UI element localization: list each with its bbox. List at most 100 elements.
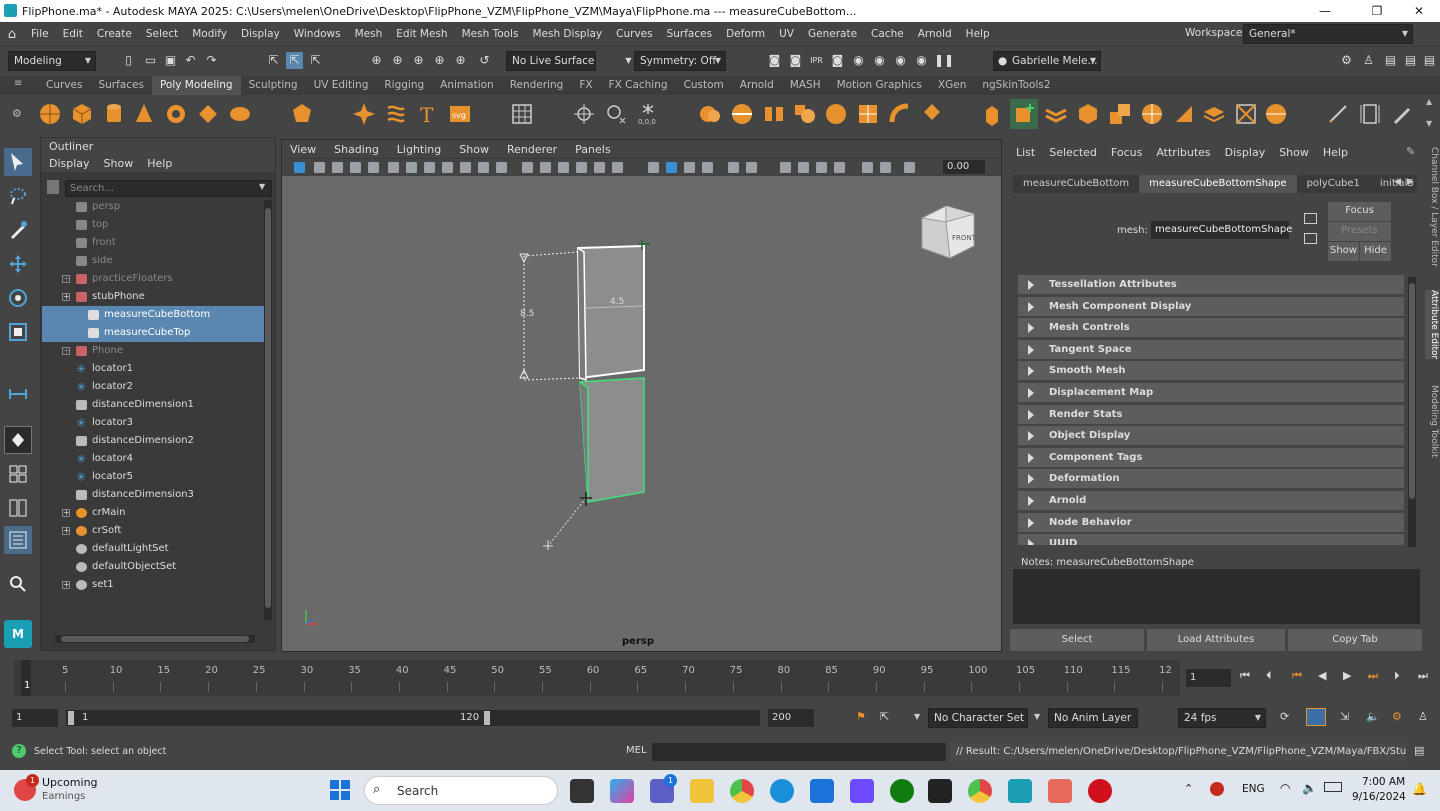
menu-edit[interactable]: Edit bbox=[56, 28, 90, 40]
hypershade-icon[interactable]: ◉ bbox=[850, 52, 867, 69]
outliner-item-locator5[interactable]: ✳ locator5 bbox=[42, 468, 264, 486]
mesh-display-icon[interactable] bbox=[508, 99, 536, 129]
outliner-menu-help[interactable]: Help bbox=[147, 157, 172, 170]
time-ruler[interactable]: 1 5 10 15 20 25 30 35 40 45 50 55 60 65 70 75 80 85 90 95 1… bbox=[14, 660, 1180, 696]
search-dropdown-icon[interactable]: ▼ bbox=[259, 182, 265, 191]
expand-icon[interactable]: + bbox=[62, 347, 70, 355]
default-material-icon[interactable] bbox=[558, 162, 569, 173]
tray-app-icon[interactable] bbox=[1210, 782, 1224, 796]
image-plane-icon[interactable] bbox=[332, 162, 343, 173]
copilot-icon[interactable] bbox=[610, 779, 634, 803]
shadows-icon[interactable] bbox=[746, 162, 757, 173]
go-to-output-icon[interactable] bbox=[1304, 233, 1317, 244]
film-gate-icon[interactable] bbox=[406, 162, 417, 173]
platonic-solid-icon[interactable] bbox=[288, 99, 316, 129]
ae-menu-show[interactable]: Show bbox=[1279, 146, 1309, 159]
step-forward-frame-icon[interactable]: ⏵ bbox=[1394, 669, 1400, 683]
expand-icon[interactable]: + bbox=[62, 509, 70, 517]
outliner-item-practicefloaters[interactable]: + practiceFloaters bbox=[42, 270, 264, 288]
outliner-item-distancedimension1[interactable]: distanceDimension1 bbox=[42, 396, 264, 414]
arnold-ipr-icon[interactable]: ◉ bbox=[913, 52, 930, 69]
snap-projected-icon[interactable]: ⊕ bbox=[431, 52, 448, 69]
gate-mask-icon[interactable] bbox=[442, 162, 453, 173]
smooth-icon[interactable] bbox=[790, 99, 818, 129]
shelf-tab-motion-graphics[interactable]: Motion Graphics bbox=[829, 76, 930, 95]
isolate-select-icon[interactable] bbox=[648, 162, 659, 173]
unfold-icon[interactable] bbox=[918, 99, 946, 129]
rotate-tool-icon[interactable] bbox=[4, 284, 32, 312]
motion-blur-icon[interactable] bbox=[798, 162, 809, 173]
undo-icon[interactable]: ↶ bbox=[182, 52, 199, 69]
ae-menu-display[interactable]: Display bbox=[1225, 146, 1266, 159]
shelf-tab-mash[interactable]: MASH bbox=[782, 76, 829, 95]
section-render-stats[interactable]: Render Stats bbox=[1018, 404, 1404, 424]
menu-generate[interactable]: Generate bbox=[801, 28, 864, 40]
range-end-handle[interactable] bbox=[484, 711, 490, 725]
bridge-icon[interactable] bbox=[1010, 99, 1038, 129]
shelf-menu-icon[interactable]: ≡ bbox=[14, 78, 22, 89]
start-time-field[interactable]: 1 bbox=[12, 709, 58, 727]
mode-dropdown[interactable]: Modeling ▼ bbox=[8, 51, 96, 71]
attribute-editor-icon[interactable]: ▤ bbox=[1402, 52, 1419, 69]
menu-create[interactable]: Create bbox=[90, 28, 139, 40]
quad-draw-icon[interactable] bbox=[1200, 99, 1228, 129]
reduce-icon[interactable] bbox=[822, 99, 850, 129]
shelf-tab-poly-modeling[interactable]: Poly Modeling bbox=[151, 76, 241, 95]
loop-icon[interactable]: ⟳ bbox=[1280, 710, 1289, 723]
shelf-tab-custom[interactable]: Custom bbox=[676, 76, 732, 95]
outliner-item-crmain[interactable]: + crMain bbox=[42, 504, 264, 522]
viewport-menu-lighting[interactable]: Lighting bbox=[397, 143, 441, 156]
tab-scroll-left-icon[interactable]: ◀ bbox=[1394, 177, 1401, 187]
tab-measurecubebottomshape[interactable]: measureCubeBottomShape bbox=[1139, 175, 1297, 193]
play-forward-icon[interactable]: ▶ bbox=[1343, 669, 1351, 682]
select-object-icon[interactable]: ⇱ bbox=[286, 52, 303, 69]
sound-icon[interactable]: 🔈 bbox=[1366, 710, 1380, 723]
section-smooth-mesh[interactable]: Smooth Mesh bbox=[1018, 361, 1404, 381]
mirror-icon[interactable] bbox=[760, 99, 788, 129]
snap-view-icon[interactable]: ⊕ bbox=[452, 52, 469, 69]
outliner-item-defaultobjectset[interactable]: defaultObjectSet bbox=[42, 558, 264, 576]
go-to-start-icon[interactable]: ⏮ bbox=[1240, 669, 1250, 683]
merge-icon[interactable] bbox=[1106, 99, 1134, 129]
pin-icon[interactable]: ✎ bbox=[1406, 145, 1415, 158]
outliner-item-stubphone[interactable]: + stubPhone bbox=[42, 288, 264, 306]
outliner-item-distancedimension2[interactable]: distanceDimension2 bbox=[42, 432, 264, 450]
remesh-icon[interactable] bbox=[854, 99, 882, 129]
outliner-item-front[interactable]: front bbox=[42, 234, 264, 252]
grease-pencil-icon[interactable] bbox=[368, 162, 379, 173]
tab-measurecubebottom[interactable]: measureCubeBottom bbox=[1013, 175, 1139, 193]
end-time-field[interactable]: 200 bbox=[768, 709, 814, 727]
tab-scroll-right-icon[interactable]: ▶ bbox=[1407, 177, 1414, 187]
modeling-toolkit-icon[interactable]: ⚙ bbox=[1338, 52, 1355, 69]
task-view-icon[interactable] bbox=[570, 779, 594, 803]
section-displacement-map[interactable]: Displacement Map bbox=[1018, 383, 1404, 402]
minimize-button[interactable]: — bbox=[1302, 0, 1348, 22]
shelf-scroll-up-icon[interactable]: ▲ bbox=[1426, 97, 1432, 106]
slide-edge-icon[interactable] bbox=[1232, 99, 1260, 129]
menu-help[interactable]: Help bbox=[959, 28, 997, 40]
menu-display[interactable]: Display bbox=[234, 28, 287, 40]
expand-icon[interactable]: + bbox=[62, 293, 70, 301]
ae-menu-focus[interactable]: Focus bbox=[1111, 146, 1142, 159]
shelf-tab-rigging[interactable]: Rigging bbox=[376, 76, 432, 95]
snap-live-icon[interactable]: ↺ bbox=[476, 52, 493, 69]
search-tool-icon[interactable] bbox=[4, 570, 32, 598]
move-tool-icon[interactable] bbox=[4, 250, 32, 278]
outliner-item-defaultlightset[interactable]: defaultLightSet bbox=[42, 540, 264, 558]
expand-icon[interactable]: + bbox=[62, 527, 70, 535]
shelf-tab-ngskintools2[interactable]: ngSkinTools2 bbox=[974, 76, 1058, 95]
outliner-item-measurecubebottom[interactable]: measureCubeBottom bbox=[42, 306, 264, 324]
retopo-icon[interactable] bbox=[886, 99, 914, 129]
xbox-icon[interactable] bbox=[890, 779, 914, 803]
shelf-scroll-down-icon[interactable]: ▼ bbox=[1426, 119, 1432, 128]
hud-icon[interactable] bbox=[862, 162, 873, 173]
range-start-handle[interactable] bbox=[68, 711, 74, 725]
chrome-icon[interactable] bbox=[730, 779, 754, 803]
poly-sphere-icon[interactable] bbox=[36, 99, 64, 129]
character-icon[interactable]: ♙ bbox=[1418, 710, 1428, 723]
section-mesh-component-display[interactable]: Mesh Component Display bbox=[1018, 296, 1404, 316]
workspace-dropdown[interactable]: General* ▼ bbox=[1243, 24, 1413, 44]
edge-loop-icon[interactable] bbox=[1262, 99, 1290, 129]
outliner-layout-icon[interactable] bbox=[4, 526, 32, 554]
xray-active-icon[interactable] bbox=[702, 162, 713, 173]
